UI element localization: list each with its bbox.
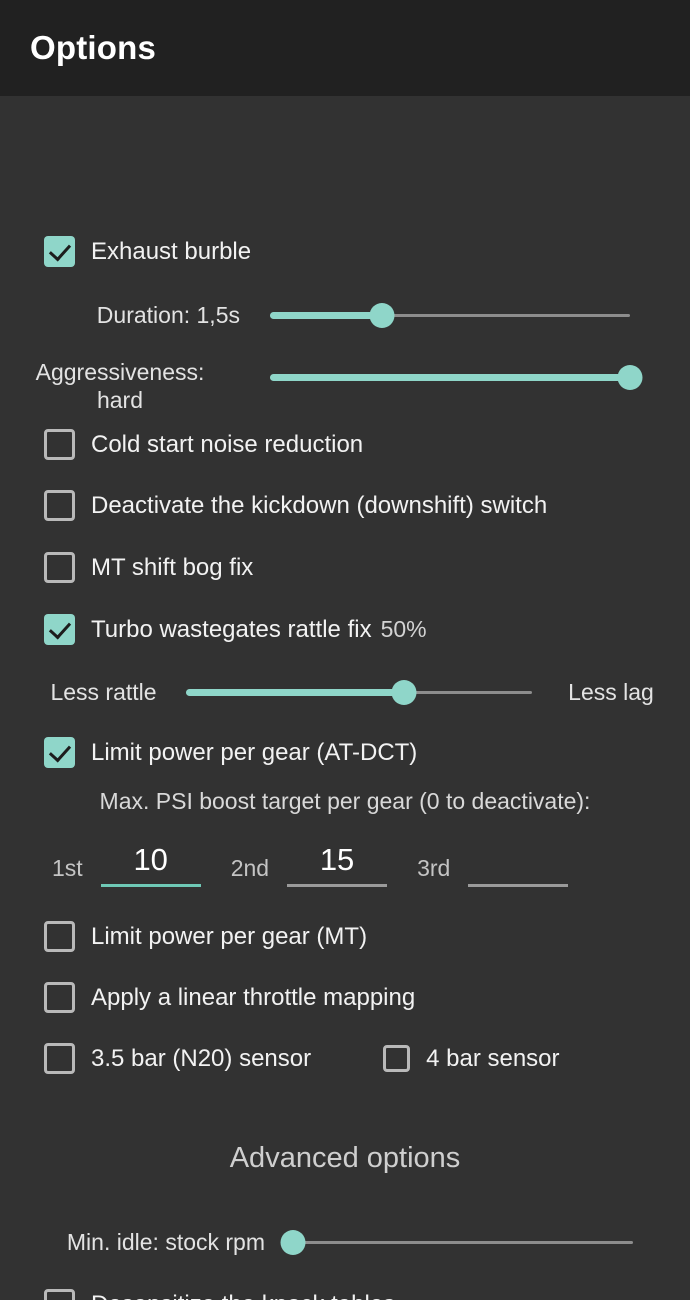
label-linear-throttle: Apply a linear throttle mapping <box>91 983 416 1011</box>
label-kickdown: Deactivate the kickdown (downshift) swit… <box>91 491 548 519</box>
option-row-mt-shift-bog[interactable]: MT shift bog fix <box>0 552 253 583</box>
checkbox-linear-throttle[interactable] <box>44 982 75 1013</box>
gear-label-2nd: 2nd <box>230 855 270 881</box>
slider-rattle[interactable] <box>186 679 532 705</box>
hint-max-psi: Max. PSI boost target per gear (0 to dea… <box>99 788 591 814</box>
checkbox-sensor-35[interactable] <box>44 1043 75 1074</box>
slider-row-min-idle: Min. idle: stock rpm <box>0 1228 690 1256</box>
label-mt-shift-bog: MT shift bog fix <box>91 553 254 581</box>
label-aggressiveness-line2: hard <box>96 387 144 414</box>
option-row-linear-throttle[interactable]: Apply a linear throttle mapping <box>0 982 415 1013</box>
slider-duration[interactable] <box>270 302 630 328</box>
gear-value-1st: 10 <box>133 842 168 877</box>
slider-min-idle-track <box>293 1240 633 1244</box>
option-row-limit-power-mt[interactable]: Limit power per gear (MT) <box>0 921 367 952</box>
options-list: Exhaust burble Duration: 1,5s Aggressive… <box>0 96 690 1300</box>
app-bar: Options <box>0 0 690 96</box>
slider-min-idle[interactable] <box>280 1229 633 1255</box>
value-wastegates-percent: 50% <box>380 616 427 642</box>
section-title-advanced: Advanced options <box>229 1142 461 1174</box>
option-row-exhaust-burble[interactable]: Exhaust burble <box>0 236 251 267</box>
slider-aggressiveness[interactable] <box>270 364 643 390</box>
option-row-wastegates[interactable]: Turbo wastegates rattle fix 50% <box>0 614 427 645</box>
sensor-options-row: 3.5 bar (N20) sensor 4 bar sensor <box>0 1043 690 1074</box>
option-row-limit-power-at[interactable]: Limit power per gear (AT-DCT) <box>0 737 417 768</box>
label-min-idle: Min. idle: stock rpm <box>66 1229 265 1255</box>
label-sensor-35: 3.5 bar (N20) sensor <box>91 1044 312 1072</box>
label-exhaust-burble: Exhaust burble <box>91 237 252 265</box>
checkbox-exhaust-burble[interactable] <box>44 236 75 267</box>
gear-value-2nd: 15 <box>319 842 355 877</box>
label-desensitize: Desensitize the knock tables <box>91 1291 395 1300</box>
checkbox-kickdown[interactable] <box>44 490 75 521</box>
slider-rattle-fill <box>186 688 404 696</box>
slider-row-aggressiveness: Aggressiveness: hard <box>0 358 690 414</box>
gear-input-3rd[interactable] <box>468 844 569 887</box>
option-row-kickdown[interactable]: Deactivate the kickdown (downshift) swit… <box>0 490 547 521</box>
label-less-lag: Less lag <box>568 679 654 705</box>
option-row-sensor-4[interactable]: 4 bar sensor <box>383 1044 560 1073</box>
checkbox-mt-shift-bog[interactable] <box>44 552 75 583</box>
label-duration: Duration: 1,5s <box>96 302 240 328</box>
label-aggressiveness-line1: Aggressiveness: <box>35 359 205 385</box>
option-row-desensitize[interactable]: Desensitize the knock tables <box>0 1289 395 1300</box>
slider-rattle-thumb[interactable] <box>391 679 417 705</box>
gear-label-3rd: 3rd <box>417 855 451 881</box>
option-row-cold-start[interactable]: Cold start noise reduction <box>0 429 363 460</box>
gear-value-3rd <box>468 844 568 875</box>
slider-row-rattle: Less rattle Less lag <box>0 678 690 706</box>
label-limit-power-mt: Limit power per gear (MT) <box>91 922 368 950</box>
label-sensor-4: 4 bar sensor <box>426 1044 560 1072</box>
slider-duration-fill <box>270 311 382 319</box>
label-limit-power-at: Limit power per gear (AT-DCT) <box>91 738 418 766</box>
gear-label-1st: 1st <box>52 855 83 881</box>
gear-inputs-row: 1st 10 2nd 15 3rd <box>0 844 690 887</box>
checkbox-limit-power-mt[interactable] <box>44 921 75 952</box>
label-wastegates: Turbo wastegates rattle fix <box>91 615 372 643</box>
page-title: Options <box>30 29 157 66</box>
checkbox-cold-start[interactable] <box>44 429 75 460</box>
slider-row-duration: Duration: 1,5s <box>0 301 690 329</box>
slider-aggressiveness-fill <box>270 373 630 381</box>
slider-duration-thumb[interactable] <box>369 302 395 328</box>
gear-input-1st[interactable]: 10 <box>100 842 201 887</box>
checkbox-limit-power-at[interactable] <box>44 737 75 768</box>
option-row-sensor-35[interactable]: 3.5 bar (N20) sensor <box>0 1043 311 1074</box>
checkbox-wastegates[interactable] <box>44 614 75 645</box>
slider-aggressiveness-thumb[interactable] <box>617 364 643 390</box>
gear-input-2nd[interactable]: 15 <box>287 842 388 887</box>
checkbox-desensitize[interactable] <box>44 1289 75 1300</box>
label-less-rattle: Less rattle <box>50 679 157 705</box>
slider-min-idle-thumb[interactable] <box>280 1229 306 1255</box>
label-cold-start: Cold start noise reduction <box>91 430 364 458</box>
checkbox-sensor-4[interactable] <box>383 1045 411 1072</box>
